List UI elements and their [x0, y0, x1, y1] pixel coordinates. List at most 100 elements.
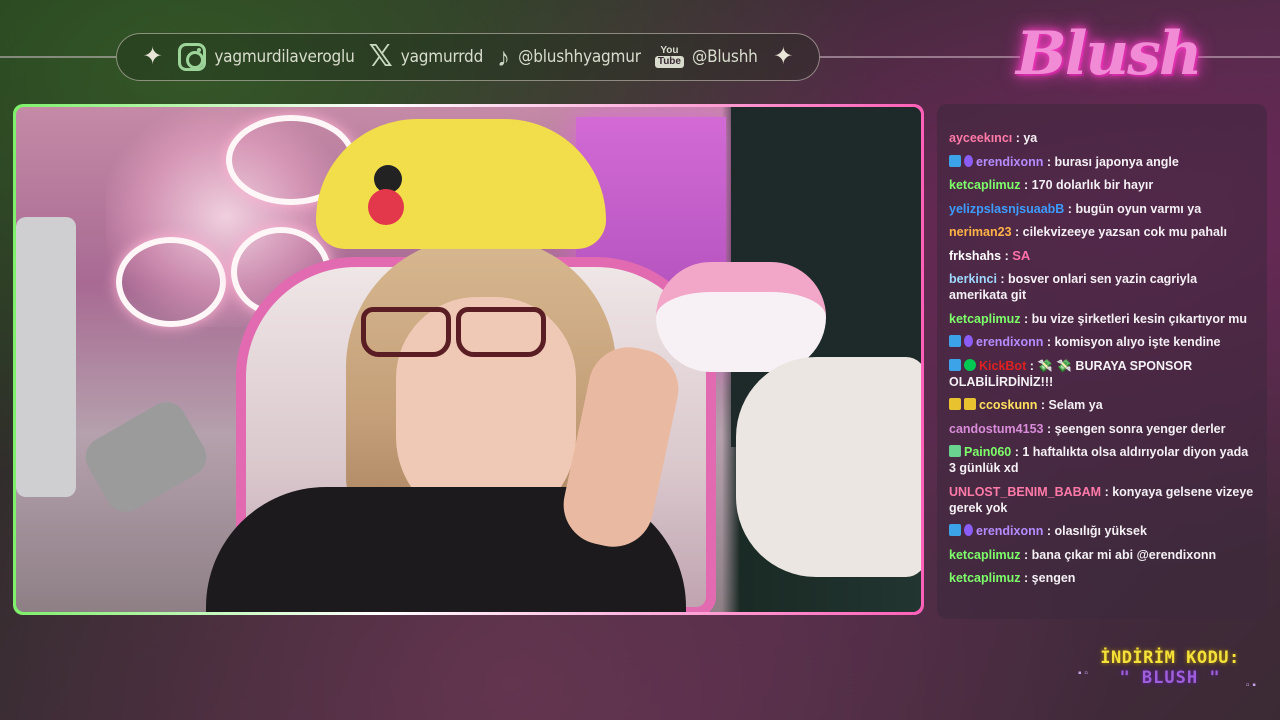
chat-message: yelizpslasnjsuaabB : bugün oyun varmı ya	[949, 201, 1257, 217]
purple-badge-icon	[964, 524, 973, 536]
pixel-dots-icon: ▪ ▫	[1078, 668, 1088, 679]
chat-text: Selam ya	[1048, 398, 1103, 412]
chat-message: erendixonn : komisyon alıyo işte kendine	[949, 334, 1257, 350]
instagram-link[interactable]: yagmurdilaveroglu	[178, 43, 355, 71]
chat-separator: :	[1020, 311, 1032, 326]
chat-username[interactable]: ketcaplimuz	[949, 178, 1021, 192]
chat-message: ccoskunn : Selam ya	[949, 397, 1257, 413]
chat-panel[interactable]: ayceekıncı : ya erendixonn : burası japon…	[937, 104, 1267, 619]
chat-emote: SA	[1012, 247, 1031, 263]
chat-separator: :	[1043, 524, 1055, 538]
chat-username[interactable]: frkshahs	[949, 249, 1001, 263]
chat-message: ketcaplimuz : 170 dolarlık bir hayır	[949, 177, 1257, 193]
pixel-dots-icon: ▫ ▪	[1246, 680, 1256, 691]
chat-username[interactable]: candostum4153	[949, 422, 1043, 436]
chat-message: ketcaplimuz : bana çıkar mi abi @erendix…	[949, 547, 1257, 563]
x-logo-icon: 𝕏	[368, 39, 393, 74]
tiktok-icon: ♪	[497, 42, 511, 72]
chat-text: bu vize şirketleri kesin çıkartıyor mu	[1031, 311, 1248, 326]
sparkle-icon: ✦	[142, 43, 163, 70]
social-links-bar: ✦ yagmurdilaveroglu 𝕏 yagmurrdd ♪ @blush…	[116, 33, 820, 81]
blush-neon-logo: Blush	[1016, 19, 1203, 89]
youtube-handle: @Blushh	[691, 47, 758, 67]
gold-badge-icon	[949, 398, 961, 410]
chat-message: erendixonn : olasılığı yüksek	[949, 523, 1257, 539]
chat-username[interactable]: ketcaplimuz	[949, 312, 1021, 326]
sparkle-icon: ✦	[773, 43, 794, 70]
pikachu-cheek	[368, 189, 404, 225]
discount-title: İNDİRİM KODU:	[1100, 648, 1240, 668]
chat-separator: :	[1043, 154, 1055, 169]
webcam-frame	[13, 104, 924, 615]
glasses-lens-right	[456, 307, 546, 357]
x-link[interactable]: 𝕏 yagmurrdd	[369, 42, 484, 72]
purple-badge-icon	[964, 154, 973, 167]
chat-message: Pain060 : 1 haftalıkta olsa aldırıyolar …	[949, 444, 1257, 476]
chat-separator: :	[1043, 421, 1055, 436]
chat-message: frkshahs : SA	[949, 248, 1257, 264]
microphone	[78, 394, 214, 520]
chat-separator: :	[1064, 201, 1076, 216]
bot-badge-icon	[949, 445, 961, 457]
pikachu-hat	[316, 119, 606, 249]
chat-message: neriman23 : cilekvizeeye yazsan cok mu p…	[949, 224, 1257, 240]
chat-text: olasılığı yüksek	[1054, 524, 1147, 538]
discount-code: " BLUSH "	[1119, 668, 1221, 688]
instagram-icon	[178, 43, 207, 71]
chat-separator: :	[1020, 571, 1032, 585]
chat-separator: :	[1043, 335, 1055, 349]
chat-separator: :	[1011, 225, 1023, 239]
chat-username[interactable]: berkinci	[949, 272, 997, 286]
chat-message: KickBot : 💸 💸 BURAYA SPONSOR OLABİLİRDİN…	[949, 358, 1257, 390]
unicorn-plush	[656, 262, 826, 372]
chat-username[interactable]: Pain060	[964, 445, 1011, 459]
chat-username[interactable]: erendixonn	[976, 155, 1043, 169]
chat-separator: :	[1011, 445, 1023, 459]
chat-text: komisyon alıyo işte kendine	[1054, 335, 1221, 349]
x-handle: yagmurrdd	[400, 47, 484, 67]
chat-separator: :	[996, 272, 1009, 286]
chat-text: bana çıkar mi abi @erendixonn	[1031, 547, 1217, 562]
green-badge-icon	[964, 358, 976, 371]
blue-badge-icon	[949, 358, 961, 371]
glasses-lens-left	[361, 307, 451, 357]
chat-text: burası japonya angle	[1054, 154, 1179, 169]
webcam-video[interactable]	[16, 107, 921, 612]
chat-username[interactable]: ketcaplimuz	[949, 548, 1021, 562]
chat-username[interactable]: KickBot	[979, 359, 1026, 373]
chat-message: ketcaplimuz : şengen	[949, 570, 1257, 586]
chat-username[interactable]: ccoskunn	[979, 398, 1037, 412]
chat-username[interactable]: erendixonn	[976, 335, 1043, 349]
cat-bed	[736, 357, 921, 577]
chat-username[interactable]: neriman23	[949, 225, 1012, 239]
mic-arm	[16, 217, 76, 497]
chat-username[interactable]: ketcaplimuz	[949, 571, 1021, 585]
chat-username[interactable]: yelizpslasnjsuaabB	[949, 202, 1064, 216]
chat-username[interactable]: ayceekıncı	[949, 131, 1012, 145]
chat-text: bugün oyun varmı ya	[1075, 201, 1202, 216]
instagram-handle: yagmurdilaveroglu	[214, 47, 355, 67]
chat-text: şengen	[1031, 571, 1076, 585]
chat-username[interactable]: erendixonn	[976, 524, 1043, 538]
chat-separator: :	[1020, 547, 1032, 562]
top-divider-far-right	[1188, 56, 1280, 58]
chat-text: cilekvizeeye yazsan cok mu pahalı	[1022, 225, 1227, 239]
blue-badge-icon	[949, 154, 961, 167]
tiktok-handle: @blushhyagmur	[518, 47, 641, 67]
top-divider-right	[820, 56, 1020, 58]
chat-separator: :	[1020, 178, 1032, 192]
chat-separator: :	[1012, 131, 1024, 145]
chat-message: berkinci : bosver onlari sen yazin cagri…	[949, 271, 1257, 303]
chat-message: ketcaplimuz : bu vize şirketleri kesin ç…	[949, 311, 1257, 327]
top-divider-left	[0, 56, 116, 58]
chat-message: erendixonn : burası japonya angle	[949, 154, 1257, 170]
chat-separator: :	[1001, 248, 1013, 263]
neon-smiley-icon	[116, 237, 226, 327]
chat-message: candostum4153 : şeengen sonra yenger der…	[949, 421, 1257, 437]
chat-username[interactable]: UNLOST_BENIM_BABAM	[949, 485, 1101, 499]
blue-badge-icon	[949, 524, 961, 536]
youtube-link[interactable]: You Tube @Blushh	[654, 46, 758, 68]
chat-separator: :	[1026, 358, 1038, 373]
tiktok-link[interactable]: ♪ @blushhyagmur	[497, 44, 641, 70]
chat-text: 170 dolarlık bir hayır	[1031, 178, 1154, 192]
